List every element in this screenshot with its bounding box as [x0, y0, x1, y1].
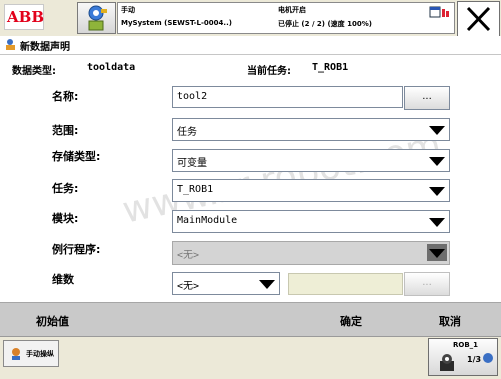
quickset-robot-icon[interactable] [77, 2, 116, 34]
ok-button[interactable]: 确定 [340, 313, 362, 329]
abb-logo-text: ABB [7, 8, 44, 26]
rob-fraction: 1/3 [467, 355, 482, 364]
scope-value: 任务 [177, 127, 197, 138]
command-bar: 初始值 确定 取消 [0, 302, 501, 337]
jog-icon [12, 348, 20, 360]
dimension-label: 维数 [52, 273, 74, 286]
dimension-input [288, 273, 403, 295]
rob-unit-small-icon [483, 353, 493, 363]
task-value: T_ROB1 [177, 184, 214, 195]
status-panel[interactable]: 手动 MySystem (SEWST-L-0004..) 电机开启 已停止 (2… [117, 2, 455, 34]
taskbar-manual-jog[interactable]: 手动操纵 [3, 340, 59, 367]
window-icon [429, 6, 449, 18]
taskbar-manual-label: 手动操纵 [26, 350, 54, 358]
rob1-unit-button[interactable]: ROB_1 1/3 [428, 338, 498, 376]
robot-unit-icon [440, 354, 454, 371]
mode-text: 手动 [121, 6, 135, 14]
name-label: 名称: [52, 90, 79, 103]
name-input[interactable]: tool2 [172, 86, 403, 108]
task-dropdown[interactable]: T_ROB1 [172, 179, 450, 202]
module-value: MainModule [177, 215, 238, 226]
close-button[interactable] [457, 1, 500, 37]
scope-dropdown[interactable]: 任务 [172, 118, 450, 141]
storage-type-dropdown[interactable]: 可变量 [172, 149, 450, 172]
abb-logo[interactable]: ABB [4, 4, 44, 30]
page-title: 新数据声明 [20, 42, 70, 53]
current-task-label: 当前任务: [247, 66, 291, 77]
module-dropdown[interactable]: MainModule [172, 210, 450, 233]
motor-status: 电机开启 [278, 6, 306, 14]
chevron-down-icon [427, 152, 447, 169]
run-status: 已停止 (2 / 2) (速度 100%) [278, 20, 372, 28]
title-bar: 新数据声明 [0, 36, 501, 55]
system-name: MySystem (SEWST-L-0004..) [121, 19, 232, 27]
data-declaration-icon [6, 39, 15, 50]
chevron-down-icon [257, 275, 277, 292]
module-label: 模块: [52, 212, 79, 225]
chevron-down-icon [427, 213, 447, 230]
chevron-down-icon [427, 244, 447, 261]
routine-label: 例行程序: [52, 243, 101, 256]
storage-type-label: 存储类型: [52, 150, 101, 163]
rob-label: ROB_1 [453, 341, 479, 349]
current-task-value: T_ROB1 [312, 62, 349, 73]
routine-dropdown: <无> [172, 241, 450, 265]
dimension-value: <无> [177, 281, 200, 292]
data-type-label: 数据类型: [12, 66, 56, 77]
cancel-button[interactable]: 取消 [439, 313, 461, 329]
chevron-down-icon [427, 121, 447, 138]
dimension-button: ... [404, 272, 450, 296]
storage-type-value: 可变量 [177, 158, 207, 169]
close-icon [466, 6, 491, 32]
initial-value-button[interactable]: 初始值 [36, 313, 69, 329]
name-keyboard-button[interactable]: ... [404, 86, 450, 110]
scope-label: 范围: [52, 124, 79, 137]
task-label: 任务: [52, 182, 79, 195]
name-value: tool2 [177, 91, 208, 102]
taskbar [0, 336, 501, 379]
routine-value: <无> [177, 250, 200, 261]
data-type-value: tooldata [87, 62, 136, 73]
chevron-down-icon [427, 182, 447, 199]
top-bar: ABB 手动 MySystem (SEWST-L-0004..) 电机开启 已停… [0, 0, 501, 37]
dimension-dropdown[interactable]: <无> [172, 272, 280, 295]
